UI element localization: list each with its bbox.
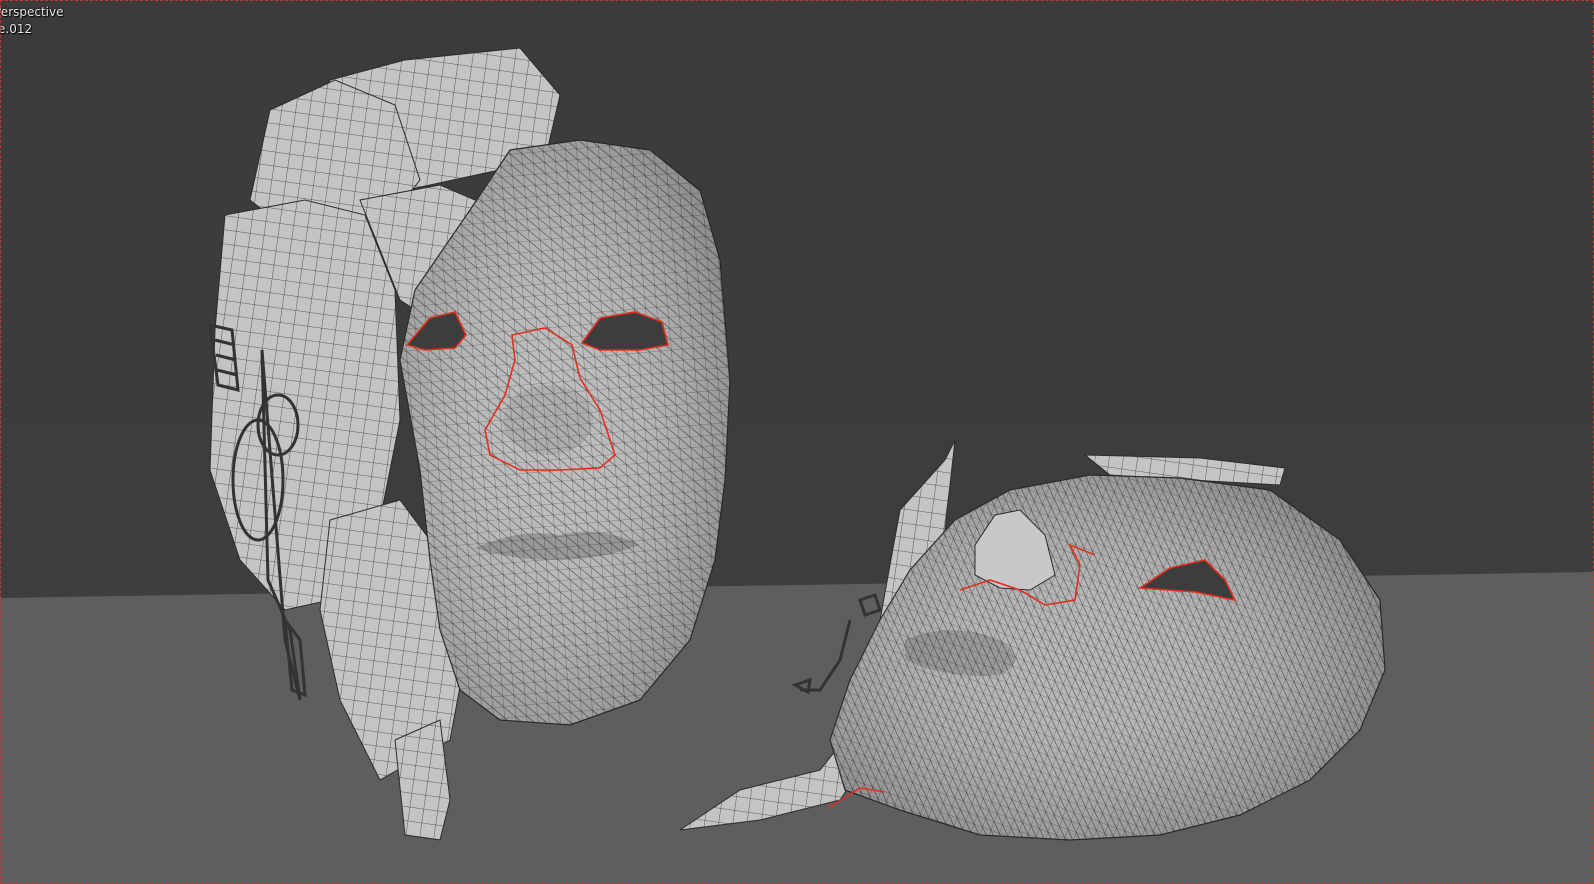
3d-viewport[interactable]: Perspective e.012	[0, 0, 1594, 884]
viewport-info-overlay: Perspective e.012	[0, 4, 64, 38]
view-mode-label: Perspective	[0, 5, 64, 19]
scene-canvas[interactable]	[0, 0, 1594, 884]
active-object-label: e.012	[0, 22, 33, 36]
